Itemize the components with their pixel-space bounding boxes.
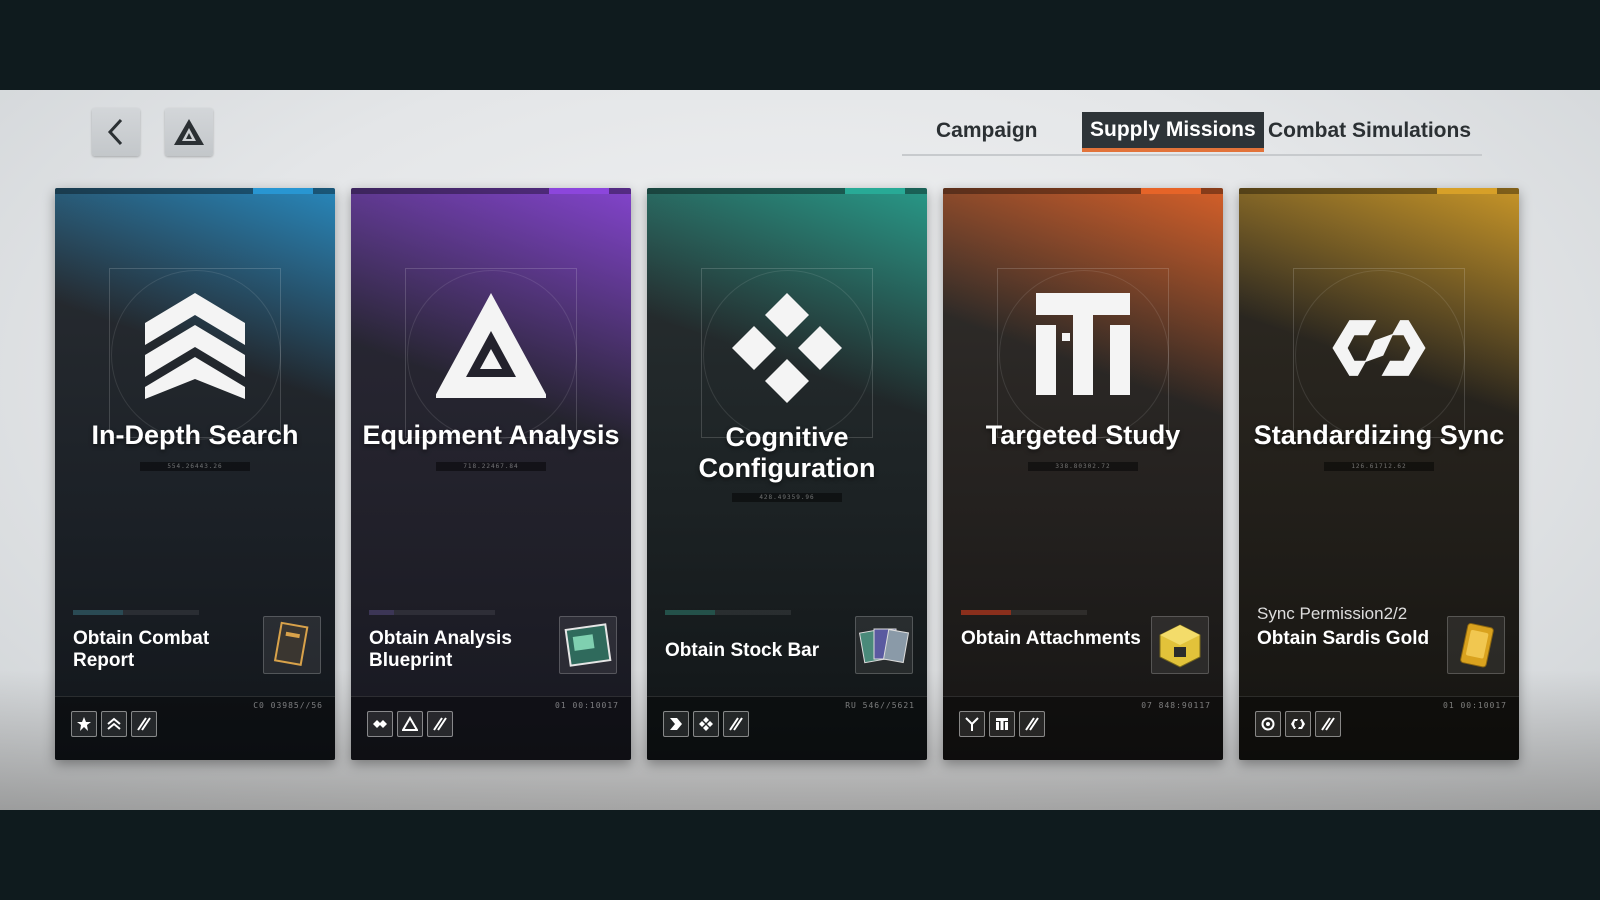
badge-row — [663, 711, 749, 737]
reward-text: Obtain Combat Report — [73, 628, 210, 671]
stripes-icon — [131, 711, 157, 737]
mission-code: 428.49359.96 — [732, 493, 842, 502]
mission-code: 718.22467.84 — [436, 462, 546, 471]
delta-icon — [397, 711, 423, 737]
badge-row — [1255, 711, 1341, 737]
card-footer: RU 546//5621 — [647, 696, 927, 760]
footer-ref: 07 848:90117 — [1141, 701, 1211, 710]
flag-icon — [663, 711, 689, 737]
blueprint-icon — [559, 616, 617, 674]
card-footer: C0 03985//56 — [55, 696, 335, 760]
home-logo-button[interactable] — [165, 108, 213, 156]
tab-combat-simulations[interactable]: Combat Simulations — [1268, 112, 1471, 150]
stripes-icon — [723, 711, 749, 737]
accent-strip — [845, 188, 905, 194]
accent-strip — [1141, 188, 1201, 194]
diamonds-icon — [367, 711, 393, 737]
stripes-icon — [427, 711, 453, 737]
tab-campaign[interactable]: Campaign — [936, 112, 1038, 150]
mission-code: 338.80302.72 — [1028, 462, 1138, 471]
triangle-logo-icon — [174, 119, 204, 145]
attachment-box-icon — [1151, 616, 1209, 674]
accent-strip — [1437, 188, 1497, 194]
mission-title: Cognitive Configuration — [698, 422, 876, 483]
reward-text: Obtain Attachments — [961, 628, 1141, 649]
link-icon — [1332, 320, 1426, 376]
iti-icon — [989, 711, 1015, 737]
footer-ref: 01 00:10017 — [555, 701, 619, 710]
mission-tabs: Campaign Supply Missions Combat Simulati… — [902, 110, 1482, 156]
progress-bar — [961, 610, 1087, 615]
mission-title: In-Depth Search — [91, 420, 299, 450]
mission-title: Targeted Study — [985, 420, 1181, 450]
mission-title: Equipment Analysis — [362, 420, 620, 450]
stripes-icon — [1315, 711, 1341, 737]
chevron-left-icon — [107, 118, 123, 146]
mission-card-standardizing-sync[interactable]: Standardizing Sync 126.61712.62 Sync Per… — [1239, 188, 1519, 760]
card-footer: 01 00:10017 — [351, 696, 631, 760]
mission-card-targeted-study[interactable]: Targeted Study 338.80302.72 Obtain Attac… — [943, 188, 1223, 760]
footer-ref: RU 546//5621 — [845, 701, 915, 710]
mission-card-equipment-analysis[interactable]: Equipment Analysis 718.22467.84 Obtain A… — [351, 188, 631, 760]
sync-permission-text: Sync Permission2/2 — [1257, 604, 1408, 623]
progress-bar — [73, 610, 199, 615]
tab-label: Supply Missions — [1090, 118, 1256, 141]
mission-card-in-depth-search[interactable]: In-Depth Search 554.26443.26 Obtain Comb… — [55, 188, 335, 760]
mission-code: 554.26443.26 — [140, 462, 250, 471]
four-diamonds-icon — [732, 293, 842, 403]
footer-ref: 01 00:10017 — [1443, 701, 1507, 710]
accent-strip — [549, 188, 609, 194]
progress-bar — [665, 610, 791, 615]
chevrons-up-icon — [145, 293, 245, 399]
ring-icon — [1255, 711, 1281, 737]
tab-label: Combat Simulations — [1268, 119, 1472, 142]
accent-strip — [253, 188, 313, 194]
badge-row — [959, 711, 1045, 737]
card-footer: 07 848:90117 — [943, 696, 1223, 760]
footer-ref: C0 03985//56 — [253, 701, 323, 710]
mission-title: Standardizing Sync — [1253, 420, 1505, 450]
delta-icon — [436, 293, 546, 398]
chevrons-up-icon — [101, 711, 127, 737]
mission-card-cognitive-configuration[interactable]: Cognitive Configuration 428.49359.96 Obt… — [647, 188, 927, 760]
reward-text: Obtain Sardis Gold — [1257, 628, 1430, 649]
mission-code: 126.61712.62 — [1324, 462, 1434, 471]
tab-label: Campaign — [936, 119, 1038, 142]
stripes-icon — [1019, 711, 1045, 737]
reward-text: Obtain Stock Bar — [665, 640, 820, 661]
link-icon — [1285, 711, 1311, 737]
gold-bar-icon — [1447, 616, 1505, 674]
badge-row — [367, 711, 453, 737]
star-icon — [71, 711, 97, 737]
stock-bar-icon — [855, 616, 913, 674]
combat-report-icon — [263, 616, 321, 674]
card-footer: 01 00:10017 — [1239, 696, 1519, 760]
four-diamonds-icon — [693, 711, 719, 737]
back-button[interactable] — [92, 108, 140, 156]
reward-text: Obtain Analysis Blueprint — [369, 628, 512, 671]
badge-row — [71, 711, 157, 737]
y-icon — [959, 711, 985, 737]
progress-bar — [369, 610, 495, 615]
tab-supply-missions[interactable]: Supply Missions — [1082, 112, 1264, 152]
iti-icon — [1036, 293, 1130, 395]
